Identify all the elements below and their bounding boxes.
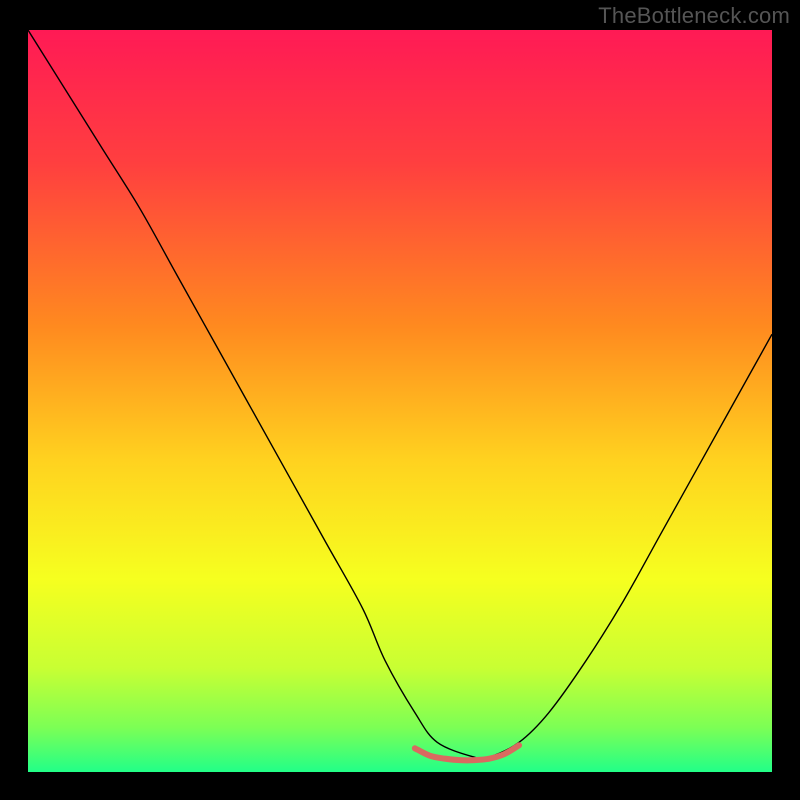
chart-frame: TheBottleneck.com bbox=[0, 0, 800, 800]
chart-svg bbox=[28, 30, 772, 772]
plot-area bbox=[28, 30, 772, 772]
watermark-text: TheBottleneck.com bbox=[598, 3, 790, 29]
gradient-background bbox=[28, 30, 772, 772]
